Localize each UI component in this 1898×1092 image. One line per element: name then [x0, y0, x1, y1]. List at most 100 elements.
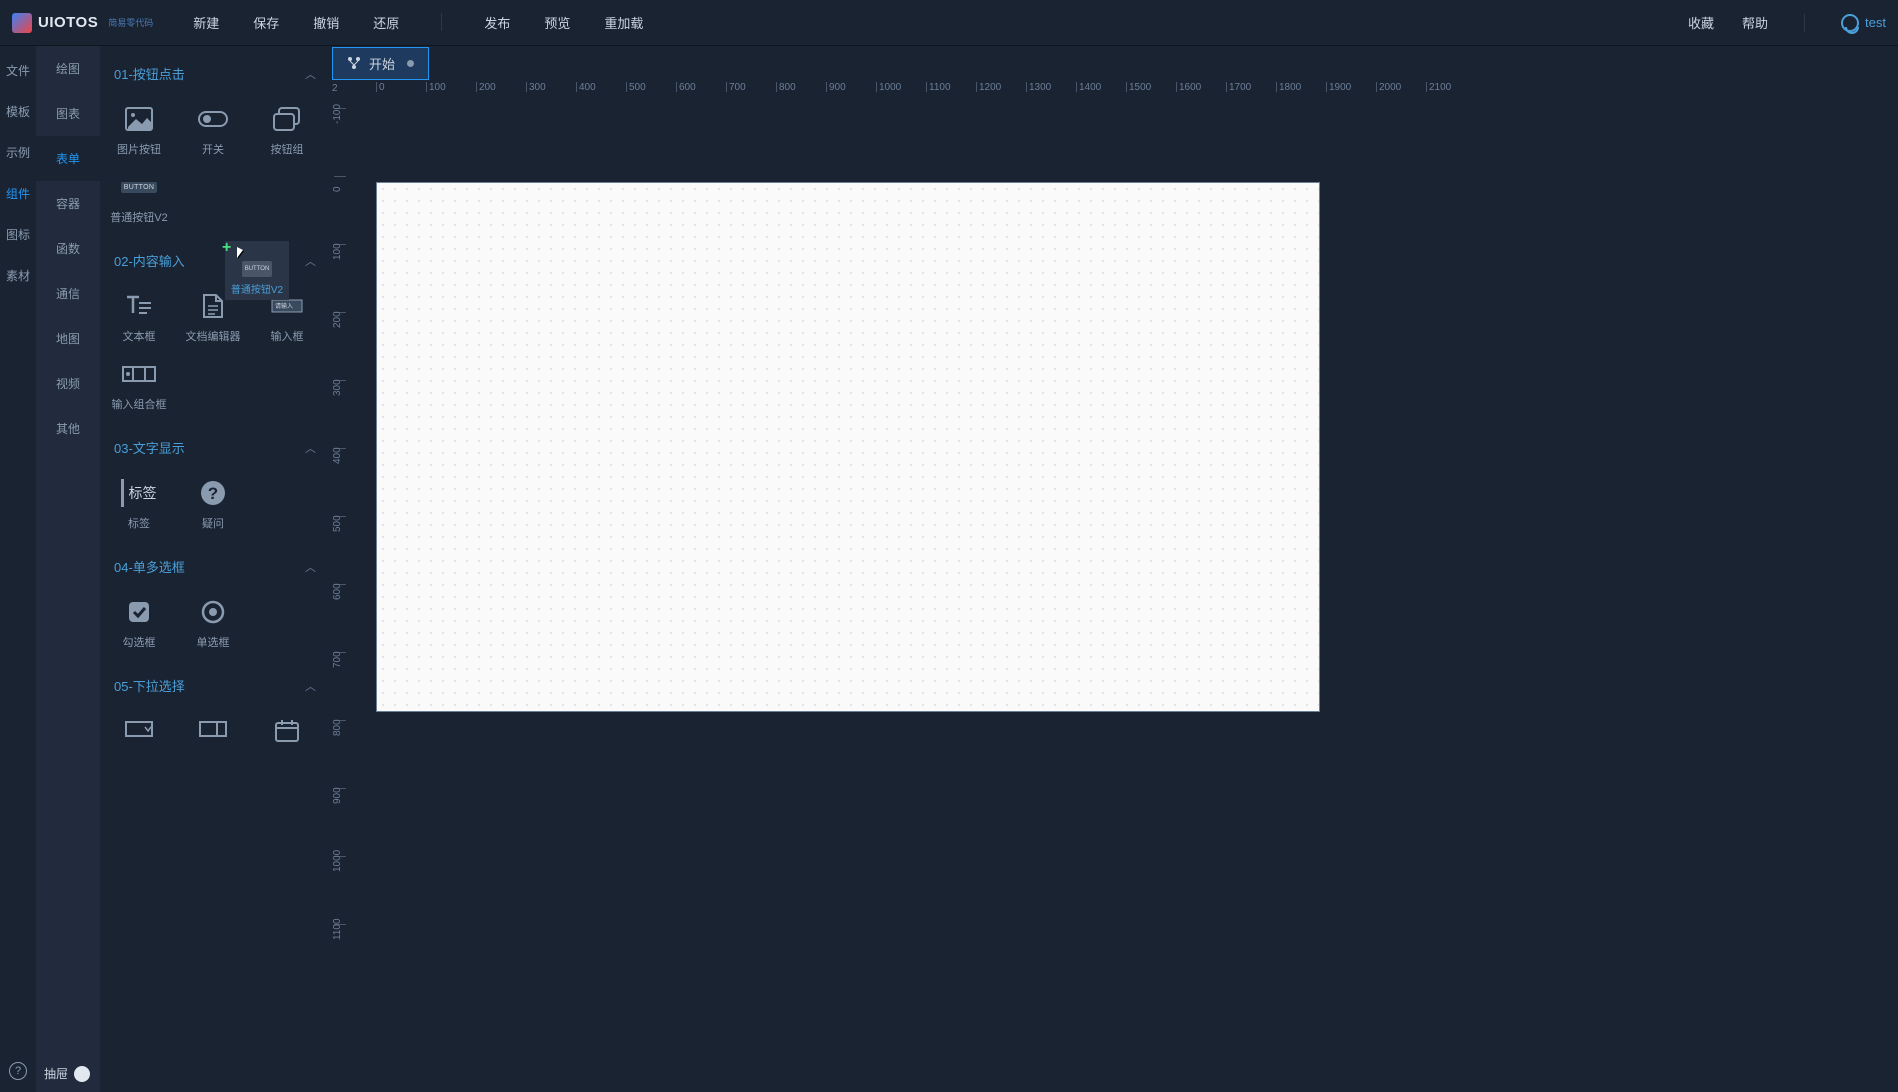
lefttab-template[interactable]: 模板 [6, 103, 30, 120]
comp-label: 单选框 [197, 634, 230, 650]
comp-label: 输入框 [271, 328, 304, 344]
lefttab-icon[interactable]: 图标 [6, 226, 30, 243]
comp-button-group[interactable]: 按钮组 [252, 99, 322, 163]
ruler-tick: 300 [526, 82, 546, 92]
cat-container[interactable]: 容器 [36, 181, 100, 226]
comp-label: 标签 [128, 515, 150, 531]
chevron-up-icon: ︿ [305, 66, 316, 82]
menu-new[interactable]: 新建 [193, 13, 219, 32]
ruler-tick: 200 [476, 82, 496, 92]
comp-checkbox[interactable]: 勾选框 [104, 592, 174, 656]
ruler-tick: 1300 [1026, 82, 1051, 92]
ruler-tick: 2100 [1426, 82, 1451, 92]
category-column: 绘图 图表 表单 容器 函数 通信 地图 视频 其他 [36, 46, 100, 1092]
comp-image-button[interactable]: 图片按钮 [104, 99, 174, 163]
plus-icon: + [222, 239, 231, 257]
ruler-tick: 700 [726, 82, 746, 92]
lefttab-example[interactable]: 示例 [6, 144, 30, 161]
tab-start[interactable]: 开始 [332, 47, 429, 80]
cat-map[interactable]: 地图 [36, 316, 100, 361]
checkbox-icon [121, 598, 157, 626]
buttongroup-icon [269, 105, 305, 133]
topbar-right: 收藏 帮助 test [1688, 13, 1886, 32]
ruler-tick: 600 [334, 584, 346, 586]
section-title: 03-文字显示 [114, 438, 185, 457]
flow-icon [347, 56, 361, 70]
ruler-tick: 400 [576, 82, 596, 92]
ruler-tick: 1100 [334, 924, 346, 926]
menu-favorite[interactable]: 收藏 [1688, 13, 1714, 32]
cat-other[interactable]: 其他 [36, 406, 100, 451]
section-02-head[interactable]: 02-内容输入 ︿ [100, 241, 330, 280]
menu-publish[interactable]: 发布 [484, 13, 510, 32]
left-tabs: 文件 模板 示例 组件 图标 素材 ? [0, 46, 36, 1092]
comp-select-1[interactable] [104, 711, 174, 751]
cat-form[interactable]: 表单 [36, 136, 100, 181]
comp-normal-button-v2[interactable]: BUTTON 普通按钮V2 [104, 167, 174, 231]
svg-text:请输入: 请输入 [275, 302, 293, 310]
menu-redo[interactable]: 还原 [373, 13, 399, 32]
menu-preview[interactable]: 预览 [544, 13, 570, 32]
drawer-label: 抽屉 [44, 1065, 68, 1082]
select-icon [195, 717, 231, 745]
menu-undo[interactable]: 撤销 [313, 13, 339, 32]
chevron-up-icon: ︿ [305, 253, 316, 269]
chevron-up-icon: ︿ [305, 559, 316, 575]
section-01-head[interactable]: 01-按钮点击 ︿ [100, 54, 330, 93]
cat-draw[interactable]: 绘图 [36, 46, 100, 91]
chevron-up-icon: ︿ [305, 678, 316, 694]
artboard[interactable] [376, 182, 1320, 712]
lefttab-asset[interactable]: 素材 [6, 267, 30, 284]
comp-question[interactable]: ? 疑问 [178, 473, 248, 537]
cat-func[interactable]: 函数 [36, 226, 100, 271]
section-05-head[interactable]: 05-下拉选择 ︿ [100, 666, 330, 705]
ruler-tick: 2000 [1376, 82, 1401, 92]
switch-icon [195, 105, 231, 133]
cursor-icon [237, 247, 249, 263]
menu-reload[interactable]: 重加载 [604, 13, 643, 32]
tab-unsaved-dot [407, 60, 414, 67]
chevron-up-icon: ︿ [305, 440, 316, 456]
select-icon [121, 717, 157, 745]
toggle-knob [74, 1066, 90, 1082]
ruler-tick: 1700 [1226, 82, 1251, 92]
ruler-tick: 700 [334, 652, 346, 654]
section-04-head[interactable]: 04-单多选框 ︿ [100, 547, 330, 586]
radio-icon [195, 598, 231, 626]
drawer-toggle[interactable]: 抽屉 [36, 1061, 98, 1086]
menu-help[interactable]: 帮助 [1742, 13, 1768, 32]
section-title: 05-下拉选择 [114, 676, 185, 695]
ruler-tick: 1600 [1176, 82, 1201, 92]
menu-save[interactable]: 保存 [253, 13, 279, 32]
logo-icon [12, 13, 32, 33]
cat-video[interactable]: 视频 [36, 361, 100, 406]
section-title: 01-按钮点击 [114, 64, 185, 83]
comp-radio[interactable]: 单选框 [178, 592, 248, 656]
comp-select-2[interactable] [178, 711, 248, 751]
lefttab-component[interactable]: 组件 [6, 185, 30, 202]
logo: UIOTOS 简易零代码 [12, 13, 153, 33]
section-title: 04-单多选框 [114, 557, 185, 576]
ruler-tick: 1100 [926, 82, 951, 92]
comp-switch[interactable]: 开关 [178, 99, 248, 163]
comp-label: 开关 [202, 141, 224, 157]
logo-text: UIOTOS [38, 14, 98, 31]
ruler-tick: 200 [334, 312, 346, 314]
topbar: UIOTOS 简易零代码 新建 保存 撤销 还原 发布 预览 重加载 收藏 帮助… [0, 0, 1898, 46]
comp-tag[interactable]: 标签 标签 [104, 473, 174, 537]
help-icon[interactable]: ? [9, 1062, 27, 1080]
cat-comm[interactable]: 通信 [36, 271, 100, 316]
component-panel[interactable]: 01-按钮点击 ︿ 图片按钮 开关 按钮组 BUTTON 普通按钮V2 [100, 46, 330, 1092]
ruler-tick: 0 [376, 82, 385, 92]
user-badge[interactable]: test [1841, 14, 1886, 32]
comp-datepicker[interactable] [252, 711, 322, 751]
section-01-grid: 图片按钮 开关 按钮组 BUTTON 普通按钮V2 [100, 93, 330, 241]
calendar-icon [269, 717, 305, 745]
cat-chart[interactable]: 图表 [36, 91, 100, 136]
canvas[interactable] [352, 98, 1898, 1092]
comp-textarea[interactable]: 文本框 [104, 286, 174, 350]
comp-input-group[interactable]: 输入组合框 [104, 354, 174, 418]
section-03-head[interactable]: 03-文字显示 ︿ [100, 428, 330, 467]
section-03-grid: 标签 标签 ? 疑问 [100, 467, 330, 547]
lefttab-file[interactable]: 文件 [6, 62, 30, 79]
